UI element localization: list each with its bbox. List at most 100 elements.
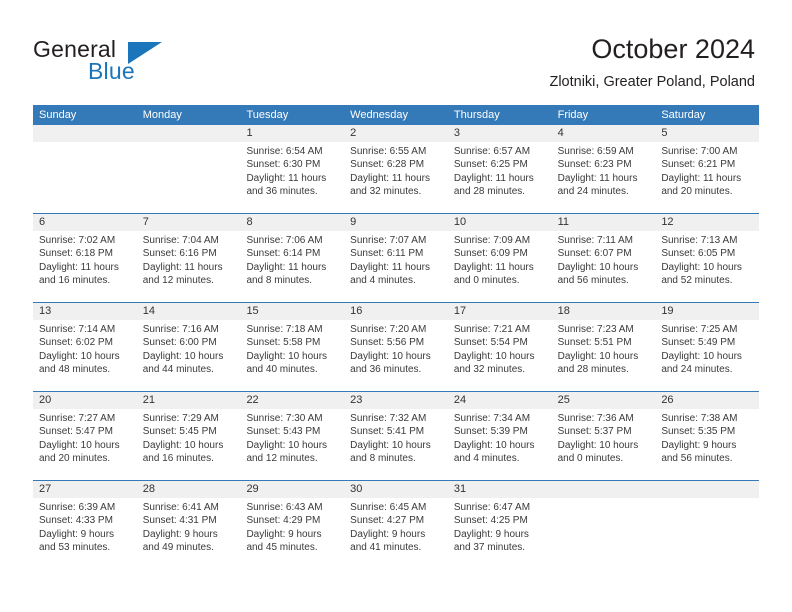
sunrise-text: Sunrise: 7:25 AM (661, 324, 738, 335)
day-info: Sunrise: 7:29 AM Sunset: 5:45 PM Dayligh… (137, 409, 241, 466)
sunset-text: Sunset: 6:30 PM (246, 159, 321, 171)
day-info: Sunrise: 7:23 AM Sunset: 5:51 PM Dayligh… (552, 320, 656, 377)
sunset-text: Sunset: 6:11 PM (350, 248, 424, 260)
daylight-text-line2: and 0 minutes. (453, 275, 520, 287)
sunrise-text: Sunrise: 7:30 AM (246, 413, 323, 424)
day-cell[interactable]: 31 Sunrise: 6:47 AM Sunset: 4:25 PM Dayl… (447, 481, 552, 569)
daylight-text-line1: Daylight: 9 hours (350, 528, 426, 540)
day-cell[interactable]: 17 Sunrise: 7:21 AM Sunset: 5:54 PM Dayl… (447, 303, 552, 391)
daylight-text-line1: Daylight: 10 hours (557, 261, 639, 273)
sunrise-text: Sunrise: 6:43 AM (246, 502, 323, 513)
daylight-text-line1: Daylight: 9 hours (246, 528, 322, 540)
sunrise-text: Sunrise: 6:59 AM (557, 146, 634, 157)
day-info: Sunrise: 7:00 AM Sunset: 6:21 PM Dayligh… (655, 142, 759, 199)
sunrise-text: Sunrise: 6:57 AM (453, 146, 531, 157)
day-info: Sunrise: 7:02 AM Sunset: 6:18 PM Dayligh… (33, 231, 137, 288)
daylight-text-line2: and 4 minutes. (453, 453, 520, 465)
day-cell[interactable]: 8 Sunrise: 7:06 AM Sunset: 6:14 PM Dayli… (240, 214, 345, 302)
sunset-text: Sunset: 6:00 PM (142, 337, 217, 349)
day-cell[interactable]: 16 Sunrise: 7:20 AM Sunset: 5:56 PM Dayl… (344, 303, 448, 391)
day-number: 25 (551, 392, 656, 409)
daylight-text-line1: Daylight: 11 hours (246, 172, 327, 184)
day-number: 29 (240, 481, 345, 498)
daylight-text-line2: and 12 minutes. (142, 275, 214, 287)
day-number: 5 (655, 125, 760, 142)
weekday-header-tuesday: Tuesday (246, 109, 289, 121)
logo-text-blue: Blue (88, 58, 135, 84)
day-info: Sunrise: 7:38 AM Sunset: 5:35 PM Dayligh… (655, 409, 759, 466)
day-cell[interactable]: 28 Sunrise: 6:41 AM Sunset: 4:31 PM Dayl… (136, 481, 241, 569)
day-number: 7 (136, 214, 241, 231)
sunset-text: Sunset: 6:23 PM (557, 159, 632, 171)
daylight-text-line2: and 20 minutes. (39, 453, 111, 465)
sunset-text: Sunset: 5:43 PM (246, 426, 321, 438)
sunrise-text: Sunrise: 6:41 AM (142, 502, 219, 513)
sunrise-text: Sunrise: 7:38 AM (661, 413, 738, 424)
day-cell[interactable]: 5 Sunrise: 7:00 AM Sunset: 6:21 PM Dayli… (655, 125, 760, 213)
daylight-text-line2: and 24 minutes. (557, 186, 629, 198)
sunset-text: Sunset: 4:25 PM (453, 515, 528, 527)
day-cell[interactable]: 11 Sunrise: 7:11 AM Sunset: 6:07 PM Dayl… (551, 214, 656, 302)
daylight-text-line2: and 4 minutes. (350, 275, 416, 287)
day-info: Sunrise: 7:04 AM Sunset: 6:16 PM Dayligh… (137, 231, 241, 288)
day-cell[interactable]: 1 Sunrise: 6:54 AM Sunset: 6:30 PM Dayli… (240, 125, 345, 213)
sunset-text: Sunset: 5:37 PM (557, 426, 632, 438)
day-number: 10 (447, 214, 552, 231)
sunrise-text: Sunrise: 7:04 AM (142, 235, 219, 246)
sunset-text: Sunset: 6:07 PM (557, 248, 632, 260)
day-cell[interactable]: 27 Sunrise: 6:39 AM Sunset: 4:33 PM Dayl… (33, 481, 137, 569)
daylight-text-line2: and 8 minutes. (246, 275, 313, 287)
sunset-text: Sunset: 4:27 PM (350, 515, 425, 527)
daylight-text-line1: Daylight: 9 hours (142, 528, 218, 540)
page-subtitle-location: Zlotniki, Greater Poland, Poland (549, 74, 755, 90)
day-cell[interactable]: 4 Sunrise: 6:59 AM Sunset: 6:23 PM Dayli… (551, 125, 656, 213)
daylight-text-line1: Daylight: 11 hours (142, 261, 223, 273)
daylight-text-line1: Daylight: 11 hours (557, 172, 638, 184)
daylight-text-line1: Daylight: 10 hours (246, 439, 328, 451)
day-cell[interactable]: 20 Sunrise: 7:27 AM Sunset: 5:47 PM Dayl… (33, 392, 137, 480)
day-info: Sunrise: 7:13 AM Sunset: 6:05 PM Dayligh… (655, 231, 759, 288)
day-cell[interactable]: 9 Sunrise: 7:07 AM Sunset: 6:11 PM Dayli… (344, 214, 448, 302)
day-info: Sunrise: 6:55 AM Sunset: 6:28 PM Dayligh… (344, 142, 448, 199)
daylight-text-line1: Daylight: 9 hours (39, 528, 115, 540)
daylight-text-line2: and 20 minutes. (661, 186, 733, 198)
daylight-text-line2: and 28 minutes. (453, 186, 526, 198)
day-cell[interactable]: 2 Sunrise: 6:55 AM Sunset: 6:28 PM Dayli… (344, 125, 448, 213)
daylight-text-line2: and 12 minutes. (246, 453, 318, 465)
day-cell[interactable]: 18 Sunrise: 7:23 AM Sunset: 5:51 PM Dayl… (551, 303, 656, 391)
calendar-week-row: 13 Sunrise: 7:14 AM Sunset: 6:02 PM Dayl… (33, 302, 760, 391)
day-cell[interactable]: 30 Sunrise: 6:45 AM Sunset: 4:27 PM Dayl… (344, 481, 448, 569)
day-number: 4 (551, 125, 656, 142)
day-cell[interactable]: 13 Sunrise: 7:14 AM Sunset: 6:02 PM Dayl… (33, 303, 137, 391)
day-number: 17 (447, 303, 552, 320)
general-blue-logo[interactable]: General Blue (33, 36, 233, 88)
day-cell[interactable]: 19 Sunrise: 7:25 AM Sunset: 5:49 PM Dayl… (655, 303, 760, 391)
weekday-header-monday: Monday (142, 109, 182, 121)
sunset-text: Sunset: 5:47 PM (39, 426, 113, 438)
day-cell[interactable]: 25 Sunrise: 7:36 AM Sunset: 5:37 PM Dayl… (551, 392, 656, 480)
day-number: 6 (33, 214, 137, 231)
day-cell[interactable]: 15 Sunrise: 7:18 AM Sunset: 5:58 PM Dayl… (240, 303, 345, 391)
day-number: 9 (344, 214, 448, 231)
sunset-text: Sunset: 5:35 PM (661, 426, 736, 438)
day-cell[interactable]: 29 Sunrise: 6:43 AM Sunset: 4:29 PM Dayl… (240, 481, 345, 569)
day-info: Sunrise: 6:39 AM Sunset: 4:33 PM Dayligh… (33, 498, 137, 555)
calendar-week-row: 27 Sunrise: 6:39 AM Sunset: 4:33 PM Dayl… (33, 480, 760, 569)
day-cell[interactable]: 24 Sunrise: 7:34 AM Sunset: 5:39 PM Dayl… (447, 392, 552, 480)
day-cell[interactable]: 22 Sunrise: 7:30 AM Sunset: 5:43 PM Dayl… (240, 392, 345, 480)
day-cell[interactable]: 3 Sunrise: 6:57 AM Sunset: 6:25 PM Dayli… (447, 125, 552, 213)
day-info: Sunrise: 7:14 AM Sunset: 6:02 PM Dayligh… (33, 320, 137, 377)
day-cell[interactable]: 12 Sunrise: 7:13 AM Sunset: 6:05 PM Dayl… (655, 214, 760, 302)
day-cell[interactable]: 6 Sunrise: 7:02 AM Sunset: 6:18 PM Dayli… (33, 214, 137, 302)
daylight-text-line1: Daylight: 10 hours (453, 439, 535, 451)
day-number: 3 (447, 125, 552, 142)
sunrise-text: Sunrise: 6:47 AM (453, 502, 531, 513)
day-cell[interactable]: 23 Sunrise: 7:32 AM Sunset: 5:41 PM Dayl… (344, 392, 448, 480)
day-cell[interactable]: 26 Sunrise: 7:38 AM Sunset: 5:35 PM Dayl… (655, 392, 760, 480)
daylight-text-line1: Daylight: 10 hours (350, 350, 431, 362)
sunset-text: Sunset: 6:18 PM (39, 248, 113, 260)
day-cell[interactable]: 21 Sunrise: 7:29 AM Sunset: 5:45 PM Dayl… (136, 392, 241, 480)
day-cell[interactable]: 14 Sunrise: 7:16 AM Sunset: 6:00 PM Dayl… (136, 303, 241, 391)
day-cell[interactable]: 10 Sunrise: 7:09 AM Sunset: 6:09 PM Dayl… (447, 214, 552, 302)
day-cell[interactable]: 7 Sunrise: 7:04 AM Sunset: 6:16 PM Dayli… (136, 214, 241, 302)
